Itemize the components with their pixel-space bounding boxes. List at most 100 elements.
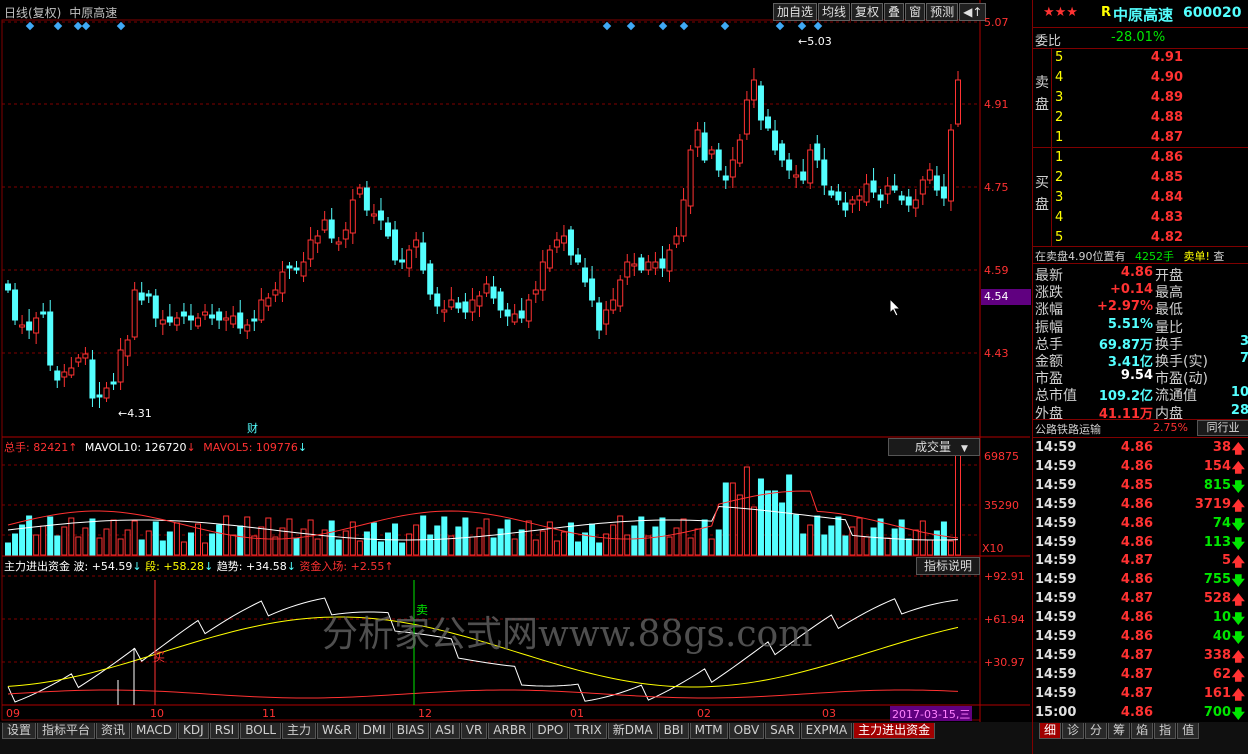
indicator-tab[interactable]: MTM: [689, 723, 728, 739]
candle-body: [33, 317, 40, 334]
forecast-button[interactable]: 预测: [926, 3, 959, 21]
volume-bar: [110, 519, 117, 556]
volume-bar: [202, 542, 209, 556]
stat-row: 总手 69.87万 换手 3: [1035, 333, 1248, 353]
volume-bar: [919, 520, 926, 556]
chart-area[interactable]: 日线(复权) 中原高速 加自选 均线 复权叠窗预测 ◀↑ 5.07 4.91 4.75…: [0, 0, 1032, 722]
order-book-row[interactable]: 5 4.91: [1033, 50, 1248, 67]
volume-bar: [877, 518, 884, 556]
indicator-tab[interactable]: 资讯: [96, 723, 131, 739]
indicator-tab[interactable]: 设置: [2, 723, 37, 739]
same-industry-button[interactable]: 同行业: [1197, 420, 1248, 436]
detail-tab[interactable]: 细: [1039, 723, 1062, 739]
industry-name[interactable]: 公路铁路运输: [1035, 421, 1101, 437]
indicator-tab[interactable]: DMI: [357, 723, 391, 739]
candle-body: [877, 194, 884, 201]
indicator-tab[interactable]: EXPMA: [800, 723, 853, 739]
candle-body: [919, 179, 926, 195]
volume-bar: [244, 516, 251, 556]
x-axis-label: 11: [262, 707, 276, 720]
candle-body: [736, 139, 743, 164]
indicator-help-button[interactable]: 指标说明: [916, 557, 980, 575]
order-book-row[interactable]: 4 4.83: [1033, 210, 1248, 227]
candle-body: [807, 149, 814, 184]
volume-bar: [673, 527, 680, 556]
price-axis-label: 4.91: [984, 98, 1009, 111]
candle-body: [462, 301, 469, 313]
adjust-button[interactable]: 复权: [851, 3, 884, 21]
volume-bar: [223, 515, 230, 556]
info-marker-icon: [658, 21, 668, 31]
order-book-row[interactable]: 5 4.82: [1033, 230, 1248, 247]
indicator-tab[interactable]: 指标平台: [37, 723, 96, 739]
candle-body: [659, 258, 666, 269]
candle-body: [180, 311, 187, 317]
indicator-tab[interactable]: VR: [460, 723, 488, 739]
candle-body: [645, 261, 652, 271]
volume-bar: [560, 531, 567, 556]
indicator-tab[interactable]: BBI: [658, 723, 689, 739]
detail-tab[interactable]: 指: [1154, 723, 1177, 739]
indicator-tab[interactable]: TRIX: [569, 723, 607, 739]
candle-body: [560, 235, 567, 244]
order-book-row[interactable]: 2 4.85: [1033, 170, 1248, 187]
order-book-row[interactable]: 2 4.88: [1033, 110, 1248, 127]
indicator-tab[interactable]: OBV: [728, 723, 765, 739]
indicator-tab[interactable]: RSI: [209, 723, 240, 739]
add-favorite-button[interactable]: 加自选: [773, 3, 818, 21]
order-book-row[interactable]: 1 4.86: [1033, 150, 1248, 167]
indicator-tab[interactable]: BOLL: [240, 723, 282, 739]
indicator-tab[interactable]: 新DMA: [607, 723, 658, 739]
tick-row: 14:59 4.86 154 🡅: [1033, 459, 1248, 476]
candle-body: [800, 171, 807, 181]
candle-body: [525, 299, 532, 322]
detail-tab[interactable]: 分: [1085, 723, 1108, 739]
finance-marker[interactable]: 财: [247, 420, 258, 436]
indicator-tab[interactable]: 主力: [282, 723, 317, 739]
volume-bar: [377, 541, 384, 556]
candle-body: [546, 249, 553, 269]
moving-average-button[interactable]: 均线: [818, 3, 851, 21]
order-book-row[interactable]: 1 4.87: [1033, 130, 1248, 147]
candle-body: [300, 261, 307, 277]
indicator-tab[interactable]: DPO: [532, 723, 569, 739]
volume-bar: [279, 527, 286, 556]
volume-bar: [666, 536, 673, 556]
volume-bar: [272, 536, 279, 556]
tick-row: 14:59 4.86 755 🡇: [1033, 572, 1248, 589]
volume-bar: [793, 514, 800, 556]
candle-body: [765, 116, 771, 129]
window-button[interactable]: 窗: [905, 3, 926, 21]
detail-tab[interactable]: 值: [1177, 723, 1200, 739]
indicator-tab[interactable]: KDJ: [178, 723, 209, 739]
pin-icon[interactable]: ◀↑: [959, 3, 987, 21]
order-book-row[interactable]: 4 4.90: [1033, 70, 1248, 87]
indicator-tab[interactable]: SAR: [765, 723, 800, 739]
detail-tab[interactable]: 筹: [1108, 723, 1131, 739]
volume-bar: [835, 516, 842, 556]
candle-body: [603, 309, 610, 325]
overlay-button[interactable]: 叠: [884, 3, 905, 21]
detail-tab[interactable]: 焰: [1131, 723, 1154, 739]
order-book-row[interactable]: 3 4.89: [1033, 90, 1248, 107]
big-order-notice[interactable]: 在卖盘4.90位置有 4252手 卖单! 查: [1035, 248, 1224, 264]
indicator-tab[interactable]: ASI: [430, 723, 460, 739]
volume-bar: [307, 519, 314, 556]
order-book-row[interactable]: 3 4.84: [1033, 190, 1248, 207]
indicator-tab[interactable]: W&R: [317, 723, 357, 739]
indicator-tab[interactable]: BIAS: [391, 723, 430, 739]
candle-body: [223, 317, 230, 321]
indicator-tab[interactable]: 主力进出资金: [853, 723, 936, 739]
candle-body: [708, 149, 715, 155]
detail-tab[interactable]: 诊: [1062, 723, 1085, 739]
candle-body: [406, 249, 413, 269]
volume-bar: [476, 527, 483, 556]
candle-body: [638, 257, 645, 271]
volume-bar: [638, 516, 645, 556]
candle-body: [279, 271, 286, 294]
volume-indicator-dropdown[interactable]: 成交量 ▼: [888, 438, 980, 456]
indicator-tab[interactable]: MACD: [131, 723, 178, 739]
indicator-tab[interactable]: ARBR: [488, 723, 532, 739]
x-axis-label: 03: [822, 707, 836, 720]
volume-unit: X10: [982, 542, 1004, 555]
